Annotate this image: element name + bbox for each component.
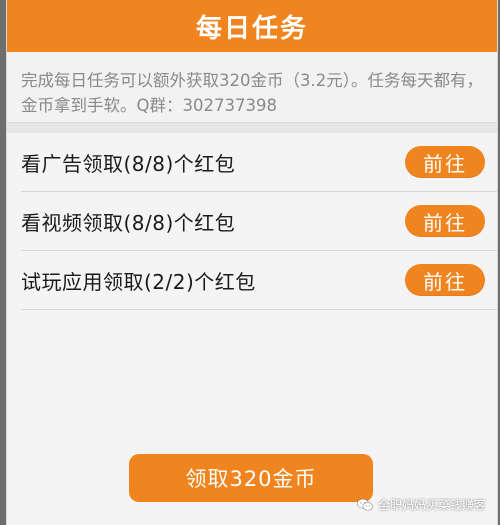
task-label: 看视频领取(8/8)个红包: [21, 210, 236, 235]
go-button-ads[interactable]: 前往: [405, 146, 485, 178]
task-row-ads: 看广告领取(8/8)个红包 前往: [21, 133, 497, 192]
task-list: 看广告领取(8/8)个红包 前往 看视频领取(8/8)个红包 前往 试玩应用领取…: [21, 133, 497, 310]
claim-coins-button[interactable]: 领取320金币: [129, 454, 373, 502]
dialog-title: 每日任务: [195, 13, 308, 44]
task-label: 看广告领取(8/8)个红包: [21, 151, 236, 176]
daily-task-dialog: 每日任务 完成每日任务可以额外获取320金币（3.2元）。任务每天都有，金币拿到…: [6, 0, 498, 525]
dialog-header: 每日任务: [7, 0, 497, 52]
task-row-trial-app: 试玩应用领取(2/2)个红包 前往: [21, 251, 497, 310]
watermark-text: 全职妈妈买菜钱赚客: [377, 498, 486, 512]
watermark: 全职妈妈买菜钱赚客: [356, 496, 486, 513]
go-button-video[interactable]: 前往: [405, 205, 485, 237]
task-row-video: 看视频领取(8/8)个红包 前往: [21, 192, 497, 251]
go-button-trial-app[interactable]: 前往: [405, 264, 485, 296]
task-label: 试玩应用领取(2/2)个红包: [21, 269, 256, 294]
wechat-icon: [357, 498, 373, 511]
section-divider: [7, 122, 497, 133]
task-description: 完成每日任务可以额外获取320金币（3.2元）。任务每天都有，金币拿到手软。Q群…: [7, 52, 497, 122]
